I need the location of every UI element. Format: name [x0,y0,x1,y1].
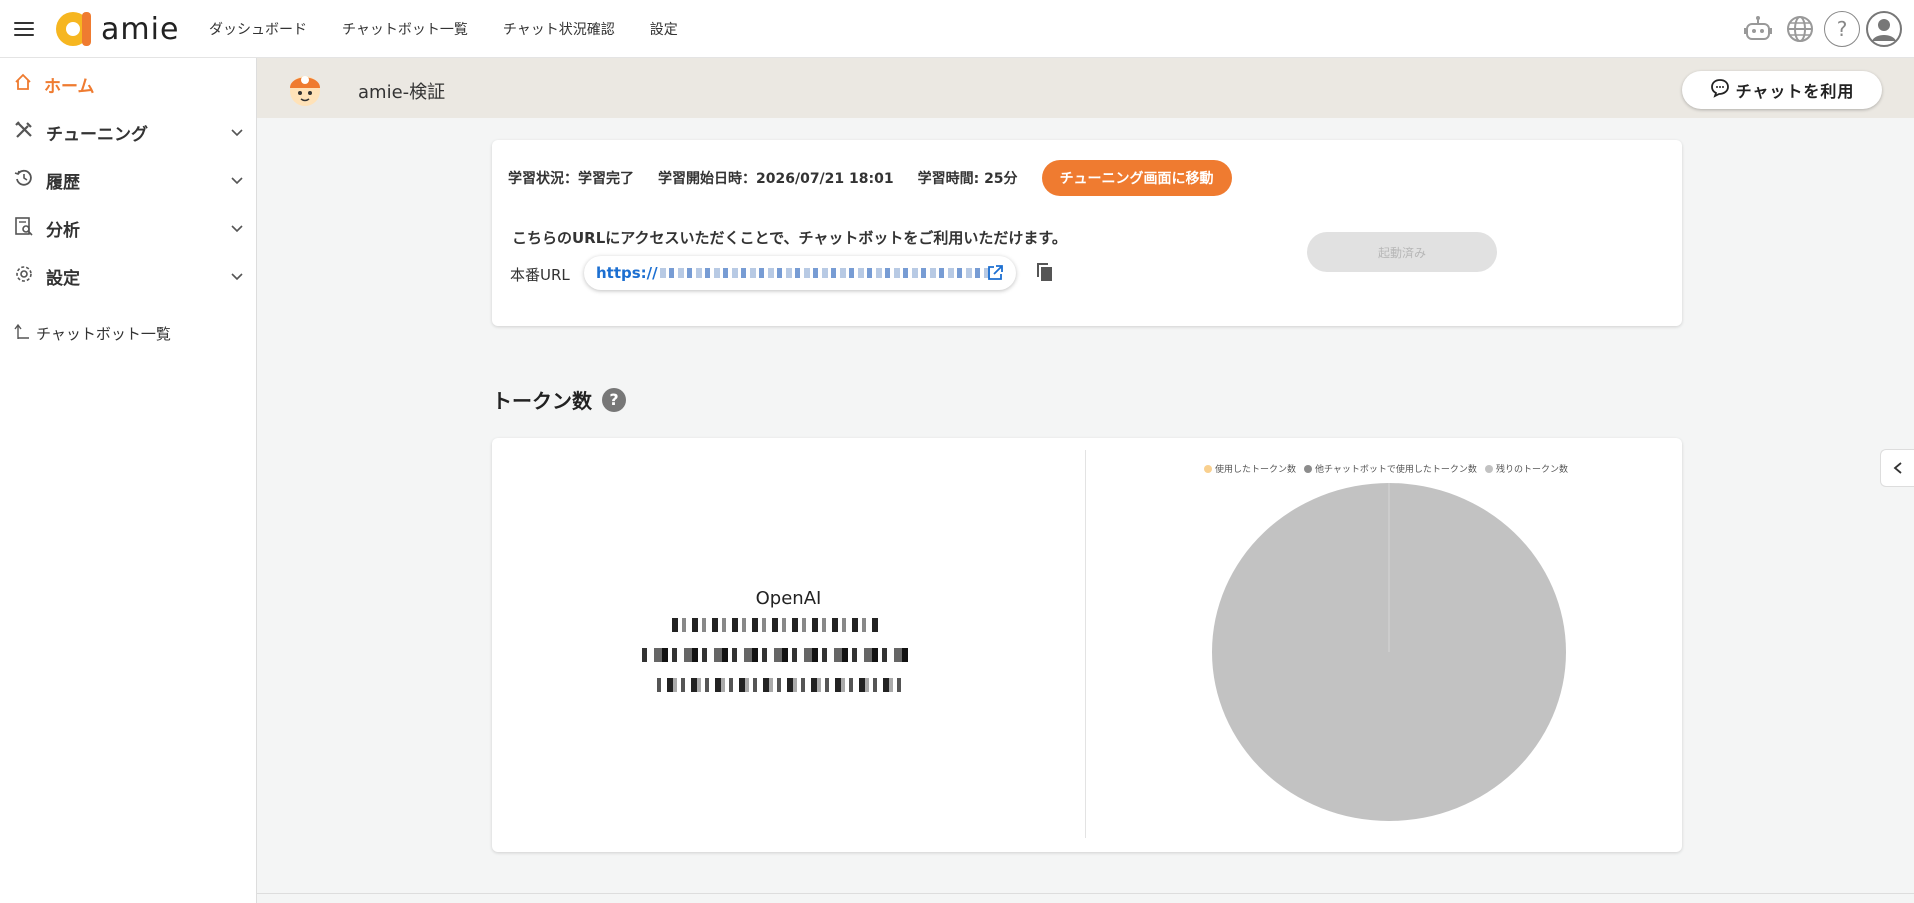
amie-logo[interactable]: amie [55,10,179,48]
legend-swatch [1304,464,1313,473]
footer-divider [257,893,1914,894]
legend-swatch [1484,464,1493,473]
chevron-down-icon [230,268,244,287]
url-description: こちらのURLにアクセスいただくことで、チャットボットをご利用いただけます。 [512,229,1067,247]
logo-text: amie [101,11,180,47]
top-nav: ダッシュボード チャットボット一覧 チャット状況確認 設定 [209,0,713,58]
external-link-icon[interactable] [986,264,1004,286]
sidebar-item-settings[interactable]: 設定 [14,262,244,290]
robot-icon[interactable] [1740,11,1776,47]
sidebar-back-label: チャットボット一覧 [36,324,171,343]
url-prefix: https:// [596,264,658,282]
sidebar-item-label: ホーム [44,76,95,97]
training-state: 学習状況：学習完了 [508,171,634,187]
use-chat-label: チャットを利用 [1735,82,1855,101]
token-title: トークン数 [492,389,592,413]
legend-remaining[interactable]: 残りのトークン数 [1484,462,1568,475]
training-status-card: 学習状況：学習完了 学習開始日時：2026/07/21 18:01 学習時間: … [492,140,1682,326]
sidebar: ホーム チューニング 履歴 分析 設定 チャットボット一覧 [0,58,257,903]
url-redacted [659,268,990,278]
redacted-token-info [642,648,912,662]
sidebar-item-label: チューニング [46,124,148,145]
redacted-token-info [672,618,882,632]
copy-icon[interactable] [1036,262,1054,286]
sidebar-item-home[interactable]: ホーム [14,70,244,98]
provider-name: OpenAI [755,588,822,609]
sidebar-item-label: 分析 [46,220,80,241]
go-to-tuning-button[interactable]: チューニング画面に移動 [1041,160,1232,196]
bot-name: amie-検証 [358,82,446,103]
chevron-down-icon [230,172,244,191]
token-pie-chart [1212,483,1566,821]
training-status-line: 学習状況：学習完了 学習開始日時：2026/07/21 18:01 学習時間: … [508,160,1232,196]
redacted-token-info [657,678,902,692]
legend-label: 使用したトークン数 [1215,465,1297,475]
nav-dashboard[interactable]: ダッシュボード [209,19,307,39]
legend-label: 残りのトークン数 [1495,465,1568,475]
question-icon[interactable]: ? [602,387,626,412]
sidebar-item-label: 履歴 [46,172,80,193]
back-arrow-icon [14,322,30,344]
sidebar-item-analysis[interactable]: 分析 [14,214,244,242]
menu-icon[interactable] [14,22,34,38]
nav-chatbot-list[interactable]: チャットボット一覧 [342,19,468,39]
nav-chat-status[interactable]: チャット状況確認 [503,19,615,39]
use-chat-button[interactable]: チャットを利用 [1682,71,1882,109]
token-card: OpenAI 使用したトークン数 他チャットボットで使用したトークン数 残りのト… [492,438,1682,852]
logo-mark-icon [55,10,97,48]
started-button[interactable]: 起動済み [1307,232,1497,272]
chevron-down-icon [230,220,244,239]
chevron-left-icon[interactable] [1880,449,1914,487]
legend-swatch [1204,464,1212,473]
production-url-link[interactable]: https:// [584,256,1016,290]
top-header: amie ダッシュボード チャットボット一覧 チャット状況確認 設定 ? [0,0,1914,58]
analysis-icon [14,216,34,240]
sidebar-item-history[interactable]: 履歴 [14,166,244,194]
legend-other[interactable]: 他チャットボットで使用したトークン数 [1304,462,1477,475]
production-url-label: 本番URL [510,266,570,284]
card-divider [1085,450,1086,838]
training-start: 学習開始日時：2026/07/21 18:01 [658,171,894,187]
training-duration: 学習時間: 25分 [917,171,1018,187]
pie-legend: 使用したトークン数 他チャットボットで使用したトークン数 残りのトークン数 [1204,462,1576,475]
bot-header: amie-検証 チャットを利用 [257,58,1914,118]
sidebar-item-tuning[interactable]: チューニング [14,118,244,146]
legend-used[interactable]: 使用したトークン数 [1204,462,1296,475]
bot-avatar [284,68,326,110]
chevron-down-icon [230,124,244,143]
home-icon [14,73,32,95]
tools-icon [14,120,34,144]
globe-icon[interactable] [1782,11,1818,47]
token-section-title: トークン数 ? [492,385,626,414]
history-icon [14,168,34,192]
gear-icon [14,264,34,288]
legend-label: 他チャットボットで使用したトークン数 [1315,465,1477,475]
chat-bubble-icon [1710,78,1730,102]
header-icons: ? [1734,11,1902,47]
sidebar-item-label: 設定 [46,268,80,289]
avatar[interactable] [1866,11,1902,47]
nav-settings[interactable]: 設定 [650,19,678,39]
sidebar-back-to-list[interactable]: チャットボット一覧 [14,322,171,344]
help-icon[interactable]: ? [1824,11,1860,47]
